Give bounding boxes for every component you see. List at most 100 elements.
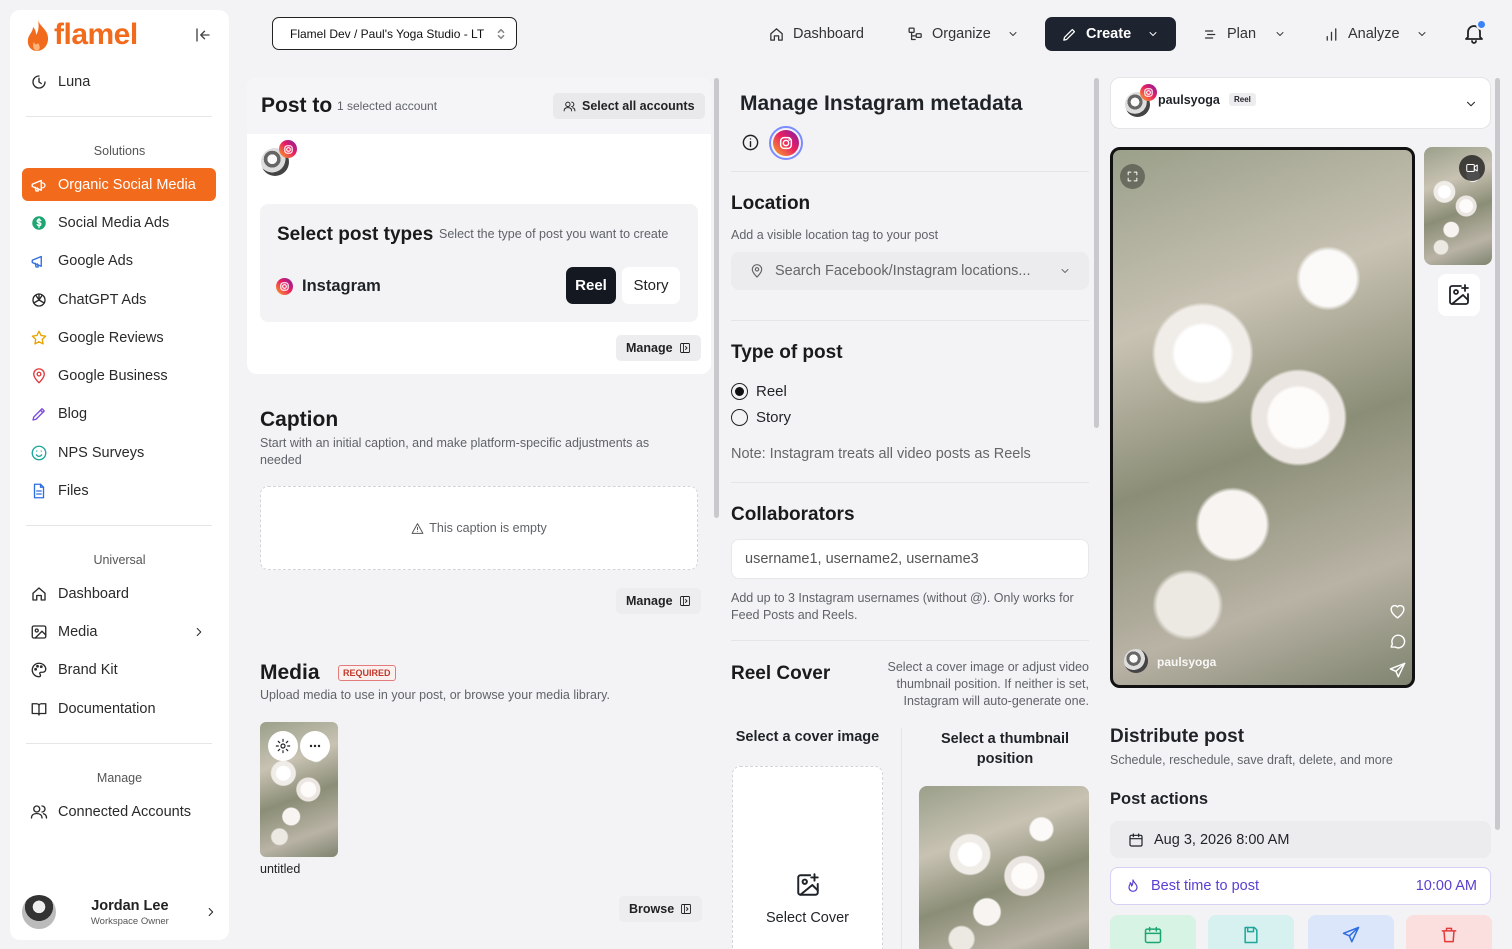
best-time-button[interactable]: Best time to post 10:00 AM bbox=[1110, 867, 1491, 905]
heart-icon[interactable] bbox=[1388, 602, 1407, 621]
chevron-down-icon bbox=[1149, 32, 1157, 36]
sidebar-item-google-reviews[interactable]: Google Reviews bbox=[22, 321, 216, 354]
chevron-down-icon bbox=[1009, 32, 1017, 36]
nav-analyze-label: Analyze bbox=[1348, 26, 1400, 42]
sidebar-item-dashboard[interactable]: Dashboard bbox=[22, 577, 216, 610]
metadata-title: Manage Instagram metadata bbox=[740, 92, 1023, 115]
instagram-icon bbox=[773, 130, 799, 156]
trash-icon bbox=[1441, 927, 1457, 943]
type-option-story[interactable]: Story bbox=[731, 409, 791, 426]
palette-icon bbox=[31, 662, 47, 677]
scrollbar-right[interactable] bbox=[1495, 78, 1500, 830]
post-to-title: Post to bbox=[261, 94, 333, 117]
schedule-date-picker[interactable]: Aug 3, 2026 8:00 AM bbox=[1110, 821, 1491, 858]
sidebar-item-media[interactable]: Media bbox=[22, 615, 216, 648]
collaborators-input[interactable]: username1, username2, username3 bbox=[731, 539, 1089, 579]
moon-clock-icon bbox=[32, 74, 46, 89]
sidebar-item-label: Dashboard bbox=[58, 585, 129, 602]
pen-icon bbox=[32, 407, 45, 421]
star-icon bbox=[31, 330, 47, 345]
caption-title: Caption bbox=[260, 408, 339, 431]
nav-dashboard[interactable]: Dashboard bbox=[768, 17, 864, 51]
thumbnail-frame-preview[interactable] bbox=[919, 786, 1089, 949]
post-type-story-button[interactable]: Story bbox=[622, 267, 680, 304]
media-settings-button[interactable] bbox=[268, 731, 298, 761]
sidebar-item-nps-surveys[interactable]: NPS Surveys bbox=[22, 436, 216, 469]
sidebar-item-social-media-ads[interactable]: Social Media Ads bbox=[22, 206, 216, 239]
scrollbar-middle[interactable] bbox=[1094, 78, 1099, 428]
map-pin-icon bbox=[751, 264, 763, 278]
nav-plan[interactable]: Plan bbox=[1202, 17, 1286, 51]
instagram-icon bbox=[279, 140, 297, 158]
sidebar-item-brand-kit[interactable]: Brand Kit bbox=[22, 653, 216, 686]
sidebar: flamel Luna Solutions Organic Social Med… bbox=[10, 10, 229, 940]
preview-account-select[interactable]: paulsyoga Reel bbox=[1110, 77, 1491, 129]
distribute-subtitle: Schedule, reschedule, save draft, delete… bbox=[1110, 753, 1393, 767]
send-icon[interactable] bbox=[1388, 661, 1407, 680]
manage-label: Manage bbox=[626, 341, 673, 355]
user-menu[interactable]: Jordan Lee Workspace Owner bbox=[22, 890, 218, 934]
workspace-select[interactable]: Flamel Dev / Paul's Yoga Studio - LT bbox=[272, 17, 517, 50]
scrollbar-left[interactable] bbox=[714, 78, 719, 518]
file-icon bbox=[33, 483, 45, 498]
manage-post-to-button[interactable]: Manage bbox=[616, 335, 701, 361]
instagram-icon bbox=[1140, 84, 1157, 101]
publish-action-button[interactable] bbox=[1308, 915, 1394, 949]
nav-organize[interactable]: Organize bbox=[907, 17, 1019, 51]
type-option-reel[interactable]: Reel bbox=[731, 383, 787, 400]
info-icon[interactable] bbox=[741, 133, 760, 152]
save-draft-action-button[interactable] bbox=[1208, 915, 1294, 949]
nav-create-button[interactable]: Create bbox=[1045, 17, 1176, 51]
schedule-action-button[interactable] bbox=[1110, 915, 1196, 949]
workspace-select-value: Flamel Dev / Paul's Yoga Studio - LT bbox=[290, 26, 485, 41]
add-media-button[interactable] bbox=[1438, 274, 1480, 316]
sidebar-item-documentation[interactable]: Documentation bbox=[22, 692, 216, 725]
nav-organize-label: Organize bbox=[932, 26, 991, 42]
notification-dot bbox=[1476, 19, 1487, 30]
select-all-accounts-button[interactable]: Select all accounts bbox=[553, 93, 705, 119]
instagram-tab[interactable] bbox=[769, 126, 803, 160]
chevron-down-icon bbox=[1418, 32, 1426, 36]
sidebar-item-google-ads[interactable]: Google Ads bbox=[22, 244, 216, 277]
collaborators-help: Add up to 3 Instagram usernames (without… bbox=[731, 591, 1074, 622]
schedule-date-value: Aug 3, 2026 8:00 AM bbox=[1154, 831, 1290, 848]
openai-icon bbox=[32, 292, 46, 307]
distribute-title: Distribute post bbox=[1110, 726, 1245, 747]
media-more-button[interactable] bbox=[300, 731, 330, 761]
select-cover-dropzone[interactable]: Select Cover bbox=[732, 766, 883, 949]
section-heading-manage: Manage bbox=[96, 771, 143, 785]
radio-story[interactable] bbox=[731, 409, 748, 426]
sidebar-item-luna[interactable]: Luna bbox=[22, 65, 216, 98]
delete-action-button[interactable] bbox=[1406, 915, 1492, 949]
browse-label: Browse bbox=[629, 902, 675, 916]
collapse-sidebar-icon[interactable] bbox=[194, 26, 212, 44]
comment-icon[interactable] bbox=[1388, 632, 1407, 651]
manage-caption-button[interactable]: Manage bbox=[616, 588, 701, 614]
image-icon bbox=[31, 624, 47, 639]
radio-reel[interactable] bbox=[731, 383, 748, 400]
sidebar-item-chatgpt-ads[interactable]: ChatGPT Ads bbox=[22, 283, 216, 316]
browse-media-button[interactable]: Browse bbox=[619, 896, 703, 922]
sidebar-open-icon bbox=[681, 904, 692, 914]
divider bbox=[26, 743, 212, 744]
caption-editor[interactable]: This caption is empty bbox=[260, 486, 698, 570]
sidebar-item-organic-social-media[interactable]: Organic Social Media bbox=[22, 168, 216, 201]
chevron-down-icon bbox=[1466, 101, 1476, 107]
chevron-right-icon bbox=[208, 908, 214, 916]
sidebar-item-connected-accounts[interactable]: Connected Accounts bbox=[22, 795, 216, 828]
dollar-icon bbox=[32, 215, 46, 230]
calendar-icon bbox=[1129, 832, 1143, 847]
post-type-reel-button[interactable]: Reel bbox=[566, 267, 616, 304]
nav-analyze[interactable]: Analyze bbox=[1323, 17, 1428, 51]
sidebar-item-files[interactable]: Files bbox=[22, 474, 216, 507]
expand-icon[interactable] bbox=[1120, 164, 1145, 189]
sidebar-item-label: Google Reviews bbox=[58, 329, 164, 346]
sidebar-item-blog[interactable]: Blog bbox=[22, 397, 216, 430]
sidebar-item-google-business[interactable]: Google Business bbox=[22, 359, 216, 392]
smile-icon bbox=[31, 445, 47, 460]
flamel-logo[interactable]: flamel bbox=[24, 18, 138, 52]
user-role: Workspace Owner bbox=[90, 915, 169, 927]
post-types-box: Select post types Select the type of pos… bbox=[260, 204, 698, 322]
location-search-select[interactable]: Search Facebook/Instagram locations... bbox=[731, 252, 1089, 290]
preview-account-name: paulsyoga bbox=[1158, 93, 1220, 107]
